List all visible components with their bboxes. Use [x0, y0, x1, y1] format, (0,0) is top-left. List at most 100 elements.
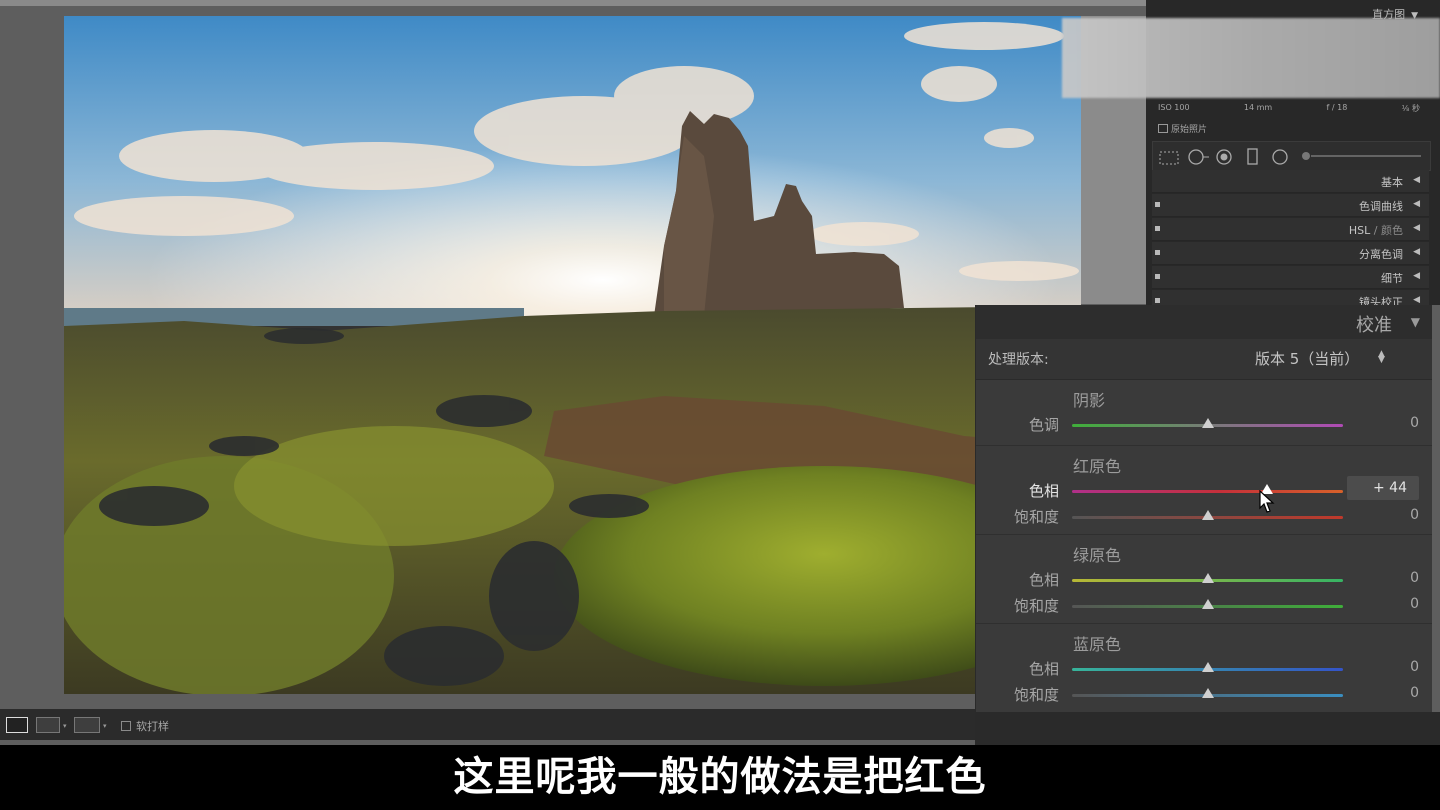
calibration-group-2: 绿原色 色相 0 饱和度 0 [976, 534, 1432, 624]
panel-section-label-suffix: / 颜色 [1370, 224, 1403, 237]
slider-row[interactable]: 饱和度 0 [976, 595, 1432, 617]
process-version-label: 处理版本: [988, 352, 1049, 368]
updown-arrows-icon[interactable]: ▲ ▼ [1378, 350, 1385, 365]
panel-section-0[interactable]: 基本 ◀ [1152, 170, 1429, 193]
graduated-filter-icon[interactable] [1247, 148, 1259, 166]
exif-row: ISO 100 14 mm f / 18 ⅛ 秒 [1158, 103, 1420, 113]
slider-row[interactable]: 色调 0 [976, 414, 1432, 436]
slider-label: 饱和度 [1013, 686, 1059, 704]
before-after-view-button[interactable] [36, 717, 60, 733]
process-version-value[interactable]: 版本 5（当前） [1255, 348, 1359, 369]
shutter-value: ⅛ 秒 [1401, 104, 1420, 113]
slider-thumb[interactable] [1201, 418, 1214, 428]
aperture-value: f / 18 [1326, 103, 1348, 112]
slider-row[interactable]: 色相 0 [976, 569, 1432, 591]
red-eye-icon[interactable] [1215, 148, 1233, 166]
panel-section-label-text: 基本 [1381, 176, 1403, 189]
radial-filter-icon[interactable] [1271, 148, 1289, 166]
slider-label: 饱和度 [1013, 508, 1059, 526]
panel-section-list: 基本 ◀ 色调曲线 ◀ HSL / 颜色 ◀ 分离色调 ◀ 细节 ◀ 镜头校正 ◀ [1152, 170, 1429, 314]
expand-triangle-icon: ◀ [1413, 271, 1420, 281]
panel-switch-icon[interactable] [1155, 274, 1160, 279]
checkbox-icon[interactable] [121, 721, 131, 731]
slider-row[interactable]: 饱和度 0 [976, 506, 1432, 528]
checkbox-icon[interactable] [1158, 124, 1168, 133]
slider-label: 色相 [1028, 482, 1059, 500]
right-panel-footer [975, 712, 1440, 745]
calibration-panel: 校准 ▼ 处理版本: 版本 5（当前） ▲ ▼ 阴影 色调 0 红原色 色相 + 44 饱和度… [975, 305, 1432, 713]
panel-section-4[interactable]: 细节 ◀ [1152, 266, 1429, 289]
slider-thumb[interactable] [1201, 510, 1214, 520]
calibration-group-0: 阴影 色调 0 [976, 379, 1432, 446]
group-title: 红原色 [1073, 457, 1122, 476]
spot-removal-icon[interactable] [1187, 148, 1209, 166]
slider-label: 色调 [1028, 416, 1059, 434]
expand-triangle-icon: ◀ [1413, 199, 1420, 209]
slider-value[interactable]: 0 [1347, 596, 1419, 612]
video-subtitle: 这里呢我一般的做法是把红色 [453, 754, 987, 800]
panel-section-label: 基本 [1381, 174, 1403, 190]
expand-triangle-icon: ◀ [1413, 223, 1420, 233]
slider-track[interactable] [1072, 490, 1343, 493]
iso-value: ISO 100 [1158, 103, 1190, 112]
slider-value[interactable]: 0 [1347, 415, 1419, 431]
slider-row[interactable]: 色相 + 44 [976, 476, 1432, 502]
photo-canvas[interactable] [64, 16, 1081, 694]
slider-row[interactable]: 色相 0 [976, 658, 1432, 680]
lightroom-develop-window: 直方图 ▼ ISO 100 14 mm f / 18 ⅛ 秒 原始照片 基本 ◀ 色调… [0, 0, 1440, 745]
bottom-toolbar: ▾ ▾ 软打样 [0, 709, 975, 740]
mouse-cursor-icon [1259, 490, 1275, 513]
panel-section-label: 分离色调 [1359, 246, 1403, 262]
group-title: 绿原色 [1073, 546, 1122, 565]
slider-thumb[interactable] [1201, 599, 1214, 609]
group-title: 阴影 [1073, 391, 1106, 410]
slider-thumb[interactable] [1201, 688, 1214, 698]
calibration-title: 校准 [1356, 315, 1392, 336]
slider-value[interactable]: 0 [1347, 507, 1419, 523]
original-photo-label: 原始照片 [1171, 125, 1208, 135]
panel-section-label: 色调曲线 [1359, 198, 1403, 214]
landscape-photo [64, 16, 1081, 694]
panel-section-label-text: HSL [1348, 224, 1371, 237]
dropdown-arrow-icon[interactable]: ▾ [63, 722, 67, 730]
slider-label: 饱和度 [1013, 597, 1059, 615]
slider-value-box[interactable]: + 44 [1347, 476, 1419, 500]
dropdown-arrow-icon[interactable]: ▾ [103, 722, 107, 730]
panel-switch-icon[interactable] [1155, 202, 1160, 207]
panel-section-label: 细节 [1381, 270, 1403, 286]
panel-section-3[interactable]: 分离色调 ◀ [1152, 242, 1429, 265]
soft-proof-label: 软打样 [136, 720, 169, 733]
slider-label: 色相 [1028, 571, 1059, 589]
slider-value[interactable]: 0 [1347, 685, 1419, 701]
panel-switch-icon[interactable] [1155, 250, 1160, 255]
panel-switch-icon[interactable] [1155, 298, 1160, 303]
collapse-triangle-icon: ▼ [1410, 315, 1420, 329]
slider-value: + 44 [1373, 480, 1407, 496]
calibration-group-3: 蓝原色 色相 0 饱和度 0 [976, 623, 1432, 713]
process-version-row[interactable]: 处理版本: 版本 5（当前） ▲ ▼ [976, 339, 1432, 380]
panel-section-1[interactable]: 色调曲线 ◀ [1152, 194, 1429, 217]
original-photo-toggle[interactable]: 原始照片 [1158, 122, 1207, 135]
loupe-view-button[interactable] [6, 717, 28, 733]
slider-value[interactable]: 0 [1347, 659, 1419, 675]
yy-view-button[interactable] [74, 717, 100, 733]
histogram-overlay [1062, 18, 1440, 98]
slider-row[interactable]: 饱和度 0 [976, 684, 1432, 706]
top-strip [0, 0, 1146, 6]
expand-triangle-icon: ◀ [1413, 247, 1420, 257]
panel-section-label: HSL / 颜色 [1349, 222, 1403, 238]
crop-icon[interactable] [1159, 151, 1179, 165]
slider-thumb[interactable] [1201, 573, 1214, 583]
calibration-group-1: 红原色 色相 + 44 饱和度 0 [976, 445, 1432, 535]
panel-section-label-text: 细节 [1381, 272, 1403, 285]
panel-section-2[interactable]: HSL / 颜色 ◀ [1152, 218, 1429, 241]
calibration-header[interactable]: 校准 ▼ [976, 305, 1432, 339]
slider-label: 色相 [1028, 660, 1059, 678]
panel-section-label-text: 色调曲线 [1359, 200, 1403, 213]
group-title: 蓝原色 [1073, 635, 1122, 654]
slider-value[interactable]: 0 [1347, 570, 1419, 586]
adjustment-brush-slider[interactable] [1301, 150, 1423, 162]
soft-proof-toggle[interactable]: 软打样 [121, 718, 169, 734]
panel-switch-icon[interactable] [1155, 226, 1160, 231]
slider-thumb[interactable] [1201, 662, 1214, 672]
